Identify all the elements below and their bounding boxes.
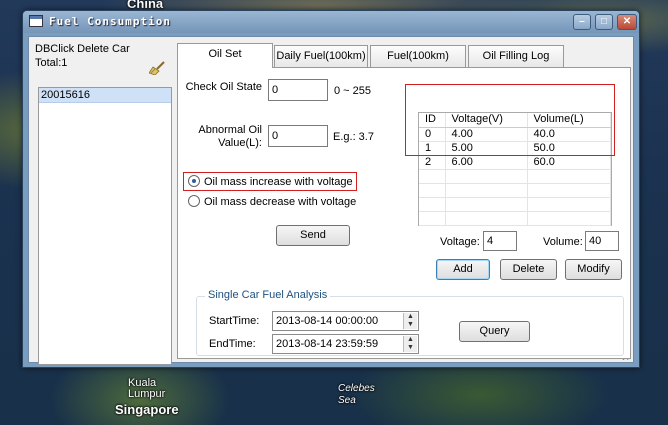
radio-decrease-label: Oil mass decrease with voltage <box>204 196 357 208</box>
volume-input[interactable] <box>585 231 619 251</box>
start-time-label: StartTime: <box>209 315 260 327</box>
spin-arrows-icon[interactable]: ▲ ▼ <box>403 336 417 352</box>
tab-oil-set[interactable]: Oil Set <box>177 43 273 68</box>
cell-volume: 60.0 <box>527 155 611 170</box>
title-bar[interactable]: Fuel Consumption – □ ✕ <box>23 11 639 33</box>
list-item-car[interactable]: 20015616 <box>39 88 171 103</box>
abnormal-oil-input[interactable] <box>268 125 328 147</box>
car-list[interactable]: 20015616 <box>38 87 172 365</box>
close-button[interactable]: ✕ <box>617 14 637 30</box>
query-button[interactable]: Query <box>459 321 530 342</box>
end-time-value: 2013-08-14 23:59:59 <box>276 338 379 350</box>
tab-daily-fuel[interactable]: Daily Fuel(100km) <box>274 45 368 67</box>
radio-increase-indicator[interactable] <box>188 175 200 187</box>
check-oil-input[interactable] <box>268 79 328 101</box>
end-time-picker[interactable]: 2013-08-14 23:59:59 ▲ ▼ <box>272 334 419 354</box>
map-label-kuala-lumpur: Kuala Lumpur <box>128 377 166 400</box>
maximize-button[interactable]: □ <box>595 14 613 30</box>
delete-button[interactable]: Delete <box>500 259 557 280</box>
table-row[interactable]: 2 6.00 60.0 <box>419 155 611 170</box>
cell-volume: 40.0 <box>527 127 611 142</box>
start-time-value: 2013-08-14 00:00:00 <box>276 315 379 327</box>
column-header-id: ID <box>419 113 446 128</box>
table-row-empty <box>419 211 611 226</box>
check-oil-label: Check Oil State <box>185 81 262 93</box>
tab-oil-filling-log[interactable]: Oil Filling Log <box>468 45 564 67</box>
cell-voltage: 4.00 <box>445 127 528 142</box>
table-row-empty <box>419 169 611 184</box>
window-title: Fuel Consumption <box>49 15 171 28</box>
broom-icon[interactable] <box>149 61 167 75</box>
cell-voltage: 6.00 <box>445 155 528 170</box>
column-header-voltage: Voltage(V) <box>445 113 528 128</box>
cell-id: 1 <box>419 141 446 156</box>
tab-fuel-100km[interactable]: Fuel(100km) <box>370 45 466 67</box>
cell-voltage: 5.00 <box>445 141 528 156</box>
abnormal-oil-label: Abnormal Oil Value(L): <box>198 124 262 149</box>
window-icon <box>29 15 43 27</box>
fuel-analysis-group: Single Car Fuel Analysis StartTime: 2013… <box>196 289 624 356</box>
cell-volume: 50.0 <box>527 141 611 156</box>
fuel-consumption-window: Fuel Consumption – □ ✕ DBClick Delete Ca… <box>22 10 640 368</box>
volume-label: Volume: <box>543 236 583 248</box>
send-button[interactable]: Send <box>276 225 350 246</box>
map-label-singapore: Singapore <box>115 402 179 417</box>
cell-id: 0 <box>419 127 446 142</box>
table-row[interactable]: 0 4.00 40.0 <box>419 127 611 142</box>
calibration-table[interactable]: ID Voltage(V) Volume(L) 0 4.00 40.0 1 5.… <box>418 112 612 226</box>
modify-button[interactable]: Modify <box>565 259 622 280</box>
table-header: ID Voltage(V) Volume(L) <box>419 113 611 128</box>
table-row-empty <box>419 197 611 212</box>
spin-arrows-icon[interactable]: ▲ ▼ <box>403 313 417 329</box>
minimize-button[interactable]: – <box>573 14 591 30</box>
delete-hint-label: DBClick Delete Car <box>35 43 130 55</box>
window-client-area: DBClick Delete Car Total:1 20015616 Oil … <box>28 36 634 365</box>
start-time-picker[interactable]: 2013-08-14 00:00:00 ▲ ▼ <box>272 311 419 331</box>
radio-increase[interactable]: Oil mass increase with voltage <box>188 175 353 189</box>
voltage-label: Voltage: <box>440 236 480 248</box>
map-label-celebes-sea: Celebes Sea <box>338 383 375 406</box>
table-row-empty <box>419 183 611 198</box>
table-row[interactable]: 1 5.00 50.0 <box>419 141 611 156</box>
voltage-input[interactable] <box>483 231 517 251</box>
radio-decrease-indicator[interactable] <box>188 195 200 207</box>
column-header-volume: Volume(L) <box>527 113 611 128</box>
cell-id: 2 <box>419 155 446 170</box>
abnormal-oil-example: E.g.: 3.7 <box>333 131 374 143</box>
fuel-analysis-title: Single Car Fuel Analysis <box>205 289 331 301</box>
add-button[interactable]: Add <box>436 259 490 280</box>
radio-decrease[interactable]: Oil mass decrease with voltage <box>188 195 356 209</box>
check-oil-range: 0 ~ 255 <box>334 85 372 97</box>
car-total-label: Total:1 <box>35 57 68 69</box>
oil-set-panel: Check Oil State 0 ~ 255 Abnormal Oil Val… <box>177 67 631 359</box>
end-time-label: EndTime: <box>209 338 256 350</box>
radio-increase-label: Oil mass increase with voltage <box>204 176 353 188</box>
